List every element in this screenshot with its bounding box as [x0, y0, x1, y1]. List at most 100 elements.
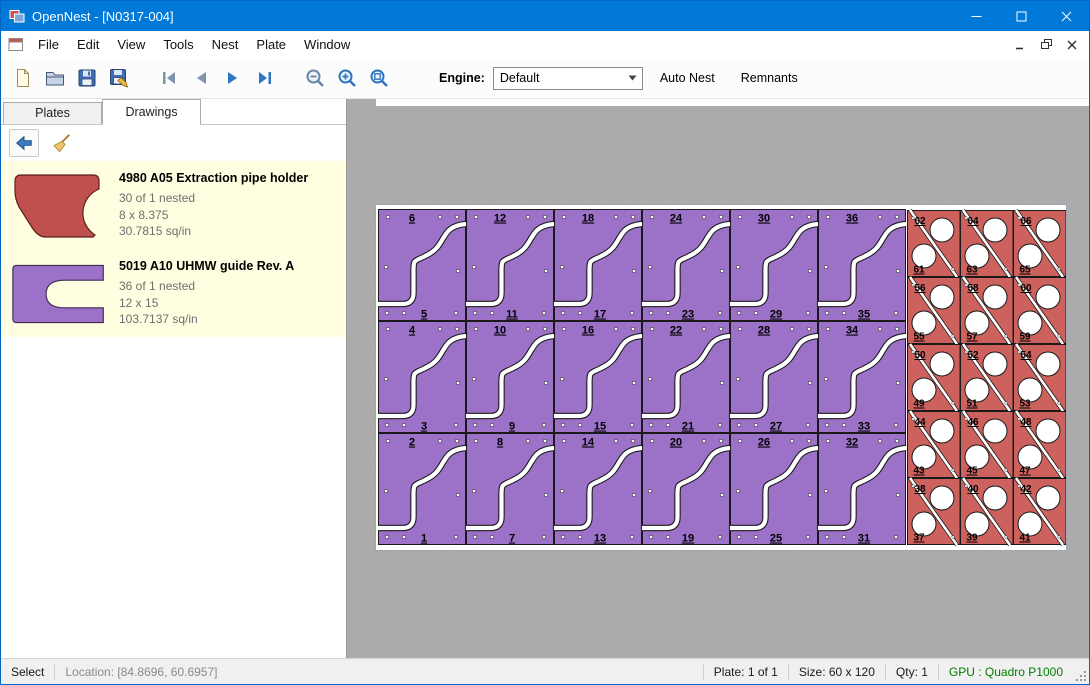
svg-text:32: 32 [846, 437, 858, 449]
red-part-pair[interactable]: 4645 [961, 411, 1014, 478]
purple-part-pair[interactable]: 3433 [818, 322, 906, 433]
purple-part-pair[interactable]: 87 [466, 434, 554, 545]
mdi-restore-icon [1041, 39, 1052, 50]
drawing-list: 4980 A05 Extraction pipe holder 30 of 1 … [1, 161, 346, 658]
new-page-icon [12, 67, 34, 89]
nav-first-button[interactable] [153, 62, 185, 94]
chevron-down-icon [624, 75, 642, 81]
red-part-pair[interactable]: 5049 [908, 344, 961, 411]
purple-part-pair[interactable]: 1615 [554, 322, 642, 433]
menu-edit[interactable]: Edit [68, 31, 108, 58]
auto-nest-button[interactable]: Auto Nest [651, 66, 724, 90]
menu-tools[interactable]: Tools [154, 31, 202, 58]
red-part-pair[interactable]: 4039 [961, 478, 1014, 545]
engine-dropdown[interactable]: Default [493, 67, 643, 90]
purple-part-pair[interactable]: 2827 [730, 322, 818, 433]
red-part-pair[interactable]: 5857 [961, 277, 1014, 344]
open-button[interactable] [39, 62, 71, 94]
purple-part-pair[interactable]: 2625 [730, 434, 818, 545]
zoom-fit-button[interactable] [363, 62, 395, 94]
svg-text:35: 35 [858, 309, 870, 321]
clear-drawings-button[interactable] [47, 129, 77, 157]
drawing-item-2[interactable]: 5019 A10 UHMW guide Rev. A 36 of 1 neste… [1, 249, 346, 337]
svg-text:28: 28 [758, 325, 770, 337]
tab-plates[interactable]: Plates [3, 102, 102, 124]
save-as-button[interactable] [103, 62, 135, 94]
zoom-in-button[interactable] [331, 62, 363, 94]
minimize-button[interactable] [954, 1, 999, 31]
purple-part-pair[interactable]: 2019 [642, 434, 730, 545]
red-part-pair[interactable]: 4443 [908, 411, 961, 478]
status-plate: Plate: 1 of 1 [704, 665, 788, 679]
nav-first-icon [158, 67, 180, 89]
svg-text:3: 3 [421, 421, 427, 433]
save-button[interactable] [71, 62, 103, 94]
mdi-restore-button[interactable] [1033, 34, 1059, 56]
menu-nest[interactable]: Nest [203, 31, 248, 58]
purple-part-pair[interactable]: 109 [466, 322, 554, 433]
engine-label: Engine: [439, 71, 485, 85]
svg-text:40: 40 [967, 484, 979, 495]
svg-text:47: 47 [1019, 466, 1031, 477]
broom-icon [52, 133, 72, 153]
remnants-button[interactable]: Remnants [732, 66, 807, 90]
purple-part-pair[interactable]: 1817 [554, 210, 642, 321]
red-part-pair[interactable]: 6463 [961, 210, 1014, 277]
purple-part-pair[interactable]: 1413 [554, 434, 642, 545]
svg-text:25: 25 [770, 533, 782, 545]
nav-next-button[interactable] [217, 62, 249, 94]
svg-text:31: 31 [858, 533, 870, 545]
mdi-close-button[interactable] [1059, 34, 1085, 56]
menu-view[interactable]: View [108, 31, 154, 58]
red-part-pair[interactable]: 6261 [908, 210, 961, 277]
red-part-pair[interactable]: 5655 [908, 277, 961, 344]
red-part-pair[interactable]: 4241 [1014, 478, 1067, 545]
purple-part-pair[interactable]: 3029 [730, 210, 818, 321]
menu-window[interactable]: Window [295, 31, 359, 58]
maximize-button[interactable] [999, 1, 1044, 31]
red-part-pair[interactable]: 3837 [908, 478, 961, 545]
close-button[interactable] [1044, 1, 1089, 31]
zoom-out-button[interactable] [299, 62, 331, 94]
drawings-toolbar [1, 125, 346, 161]
zoom-out-icon [304, 67, 326, 89]
purple-part-pair[interactable]: 32 31 [818, 434, 906, 545]
red-part-pair[interactable]: 6665 [1014, 210, 1067, 277]
drawing-thumbnail-red [9, 169, 109, 243]
new-button[interactable] [7, 62, 39, 94]
svg-text:56: 56 [914, 283, 926, 294]
resize-grip[interactable] [1073, 659, 1089, 684]
open-folder-icon [44, 67, 66, 89]
purple-part-pair[interactable]: 2423 [642, 210, 730, 321]
svg-text:23: 23 [682, 309, 694, 321]
purple-part-pair[interactable]: 2221 [642, 322, 730, 433]
purple-part-pair[interactable]: 43 [378, 322, 466, 433]
mdi-child-icon[interactable] [8, 37, 24, 52]
nav-prev-button[interactable] [185, 62, 217, 94]
red-part-pair[interactable]: 5251 [961, 344, 1014, 411]
drawing-item-1[interactable]: 4980 A05 Extraction pipe holder 30 of 1 … [1, 161, 346, 249]
mdi-minimize-button[interactable] [1007, 34, 1033, 56]
zoom-in-icon [336, 67, 358, 89]
svg-text:18: 18 [582, 213, 594, 225]
menu-file[interactable]: File [29, 31, 68, 58]
app-icon [9, 8, 25, 24]
import-drawing-button[interactable] [9, 129, 39, 157]
purple-part-pair[interactable]: 65 [378, 210, 466, 321]
purple-part-pair[interactable]: 1211 [466, 210, 554, 321]
red-part-pair[interactable]: 5453 [1014, 344, 1067, 411]
purple-part-pair[interactable]: 3635 [818, 210, 906, 321]
nav-last-icon [254, 67, 276, 89]
nest-canvas[interactable]: 6512111817242330293635431091615222128273… [347, 99, 1089, 658]
svg-text:1: 1 [421, 533, 427, 545]
purple-part-pair[interactable]: 21 [378, 434, 466, 545]
nav-last-button[interactable] [249, 62, 281, 94]
red-part-pair[interactable]: 4847 [1014, 411, 1067, 478]
red-part-pair[interactable]: 6059 [1014, 277, 1067, 344]
svg-text:20: 20 [670, 437, 682, 449]
menu-plate[interactable]: Plate [247, 31, 295, 58]
plate[interactable]: 6512111817242330293635431091615222128273… [376, 205, 1066, 550]
plate-svg[interactable]: 6512111817242330293635431091615222128273… [376, 205, 1066, 550]
tab-drawings[interactable]: Drawings [102, 99, 201, 125]
svg-text:11: 11 [506, 309, 518, 321]
